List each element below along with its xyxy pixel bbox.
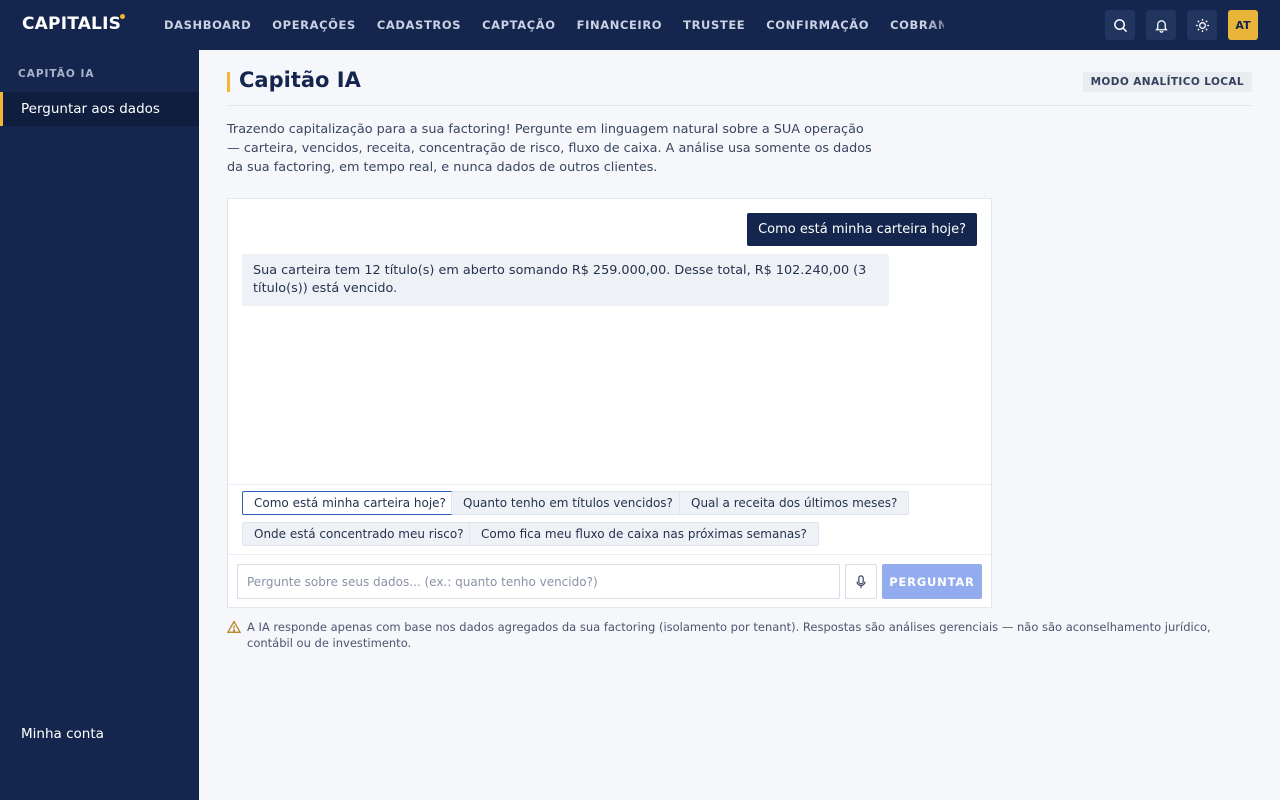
nav-item-captacao[interactable]: CAPTAÇÃO [482,18,556,32]
suggestion-chip-fluxo-caixa[interactable]: Como fica meu fluxo de caixa nas próxima… [469,522,819,546]
suggestion-chip-receita[interactable]: Qual a receita dos últimos meses? [679,491,910,515]
search-icon [1113,18,1127,32]
suggestion-chip-risco[interactable]: Onde está concentrado meu risco? [242,522,476,546]
user-avatar[interactable]: AT [1228,10,1258,40]
nav-item-cadastros[interactable]: CADASTROS [377,18,461,32]
title-divider [227,105,1252,106]
chat-panel: Como está minha carteira hoje? Sua carte… [227,198,992,608]
suggestion-chip-vencidos[interactable]: Quanto tenho em títulos vencidos? [451,491,685,515]
bell-icon [1154,19,1168,33]
sidebar-item-perguntar-aos-dados[interactable]: Perguntar aos dados [0,92,199,126]
disclaimer-text: A IA responde apenas com base nos dados … [247,620,1211,650]
suggestion-chip-carteira[interactable]: Como está minha carteira hoje? [242,491,458,515]
sun-icon [1195,18,1209,32]
nav-item-financeiro[interactable]: FINANCEIRO [577,18,663,32]
sidebar-section-title: CAPITÃO IA [18,68,95,80]
ask-button[interactable]: PERGUNTAR [882,564,982,599]
main-content: Capitão IA MODO ANALÍTICO LOCAL Trazendo… [199,50,1280,800]
title-accent-bar [227,72,230,92]
page-title: Capitão IA [239,68,361,92]
main-nav: DASHBOARD OPERAÇÕES CADASTROS CAPTAÇÃO F… [164,0,944,50]
microphone-icon [856,574,866,588]
theme-toggle-button[interactable] [1187,10,1217,40]
user-message: Como está minha carteira hoje? [747,213,977,246]
page-intro: Trazendo capitalização para a sua factor… [227,122,872,175]
sidebar: CAPITÃO IA Perguntar aos dados Minha con… [0,50,199,800]
assistant-message: Sua carteira tem 12 título(s) em aberto … [242,254,889,306]
sidebar-item-minha-conta[interactable]: Minha conta [21,726,104,742]
nav-item-dashboard[interactable]: DASHBOARD [164,18,251,32]
top-navbar: CAPITALIS DASHBOARD OPERAÇÕES CADASTROS … [0,0,1280,50]
nav-item-trustee[interactable]: TRUSTEE [683,18,745,32]
search-button[interactable] [1105,10,1135,40]
notifications-button[interactable] [1146,10,1176,40]
input-divider [228,554,991,555]
nav-item-operacoes[interactable]: OPERAÇÕES [272,18,356,32]
warning-icon [227,620,241,633]
nav-overflow-fade [925,0,965,50]
microphone-button[interactable] [845,564,877,599]
top-actions: AT [1105,10,1258,40]
nav-item-confirmacao[interactable]: CONFIRMAÇÃO [766,18,869,32]
brand-logo-dot [120,14,125,19]
question-input[interactable] [237,564,840,599]
mode-badge: MODO ANALÍTICO LOCAL [1082,72,1252,92]
suggestions-divider [228,484,991,485]
brand-logo[interactable]: CAPITALIS [22,14,121,34]
disclaimer: A IA responde apenas com base nos dados … [227,619,1257,651]
